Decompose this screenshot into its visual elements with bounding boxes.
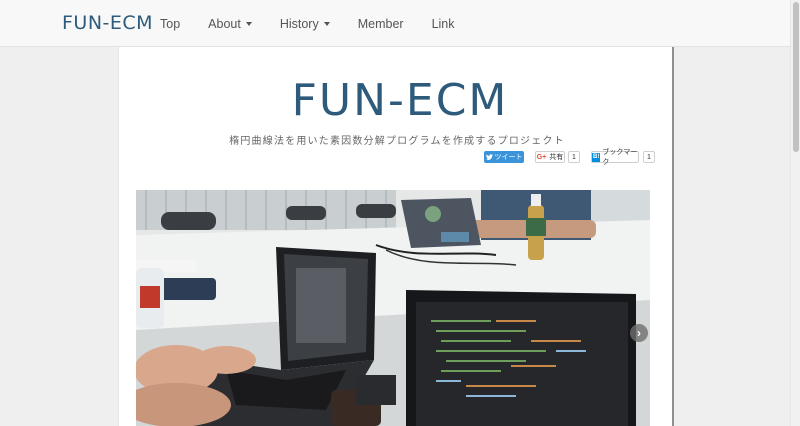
nav-menu: Top About History Member Link [160, 0, 483, 47]
page-subtitle: 楕円曲線法を用いた素因数分解プログラムを作成するプロジェクト [229, 136, 565, 147]
brand-logo[interactable]: FUN-ECM [62, 11, 153, 35]
nav-item-top[interactable]: Top [160, 17, 180, 31]
gplus-label: 共有 [549, 154, 564, 161]
content-panel: FUN-ECM 楕円曲線法を用いた素因数分解プログラムを作成するプロジェクト ツ… [118, 47, 674, 426]
nav-item-history[interactable]: History [280, 17, 330, 31]
nav-item-label: Top [160, 16, 181, 31]
hatena-icon: B! [592, 152, 601, 162]
nav-item-label: Link [431, 16, 455, 31]
tweet-label: ツイート [494, 154, 523, 161]
caret-down-icon [323, 22, 330, 26]
hatena-bookmark-button[interactable]: B! ブックマーク [591, 149, 639, 166]
hatena-label: ブックマーク [602, 149, 638, 166]
carousel-next-button[interactable]: › [630, 324, 648, 342]
hero-logo: FUN-ECM [269, 75, 531, 127]
brand-text: FUN-ECM [62, 12, 154, 34]
hatena-count: 1 [643, 151, 655, 163]
nav-item-label: Member [357, 16, 404, 31]
nav-item-label: History [279, 16, 319, 31]
gplus-count: 1 [568, 151, 580, 163]
google-plus-icon: G+ [536, 153, 547, 161]
nav-item-link[interactable]: Link [432, 17, 455, 31]
navbar: FUN-ECM Top About History Member Link [0, 0, 790, 47]
photo-carousel[interactable]: › [136, 190, 650, 426]
gplus-share-button[interactable]: G+ 共有 [535, 151, 565, 163]
caret-down-icon [245, 22, 252, 26]
chevron-right-icon: › [637, 326, 641, 340]
hero-logo-text: FUN-ECM [291, 75, 509, 126]
tweet-button[interactable]: ツイート [484, 151, 524, 163]
carousel-photo [136, 190, 650, 426]
nav-item-about[interactable]: About [208, 17, 252, 31]
scrollbar-thumb[interactable] [793, 2, 799, 152]
twitter-bird-icon [485, 154, 493, 160]
nav-item-label: About [208, 16, 241, 31]
page-scrollbar[interactable] [790, 0, 800, 426]
nav-item-member[interactable]: Member [358, 17, 404, 31]
